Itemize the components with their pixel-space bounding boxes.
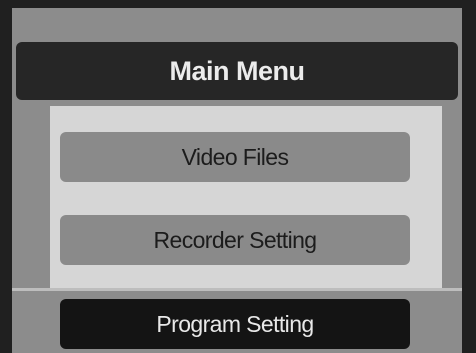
program-setting-button[interactable]: Program Setting — [60, 299, 410, 349]
recorder-setting-button[interactable]: Recorder Setting — [60, 215, 410, 265]
divider — [12, 288, 462, 291]
video-files-button[interactable]: Video Files — [60, 132, 410, 182]
title-bar: Main Menu — [16, 42, 458, 100]
menu-title: Main Menu — [169, 55, 306, 86]
menu-screen: Main Menu Video Files Recorder Setting P… — [0, 0, 476, 353]
